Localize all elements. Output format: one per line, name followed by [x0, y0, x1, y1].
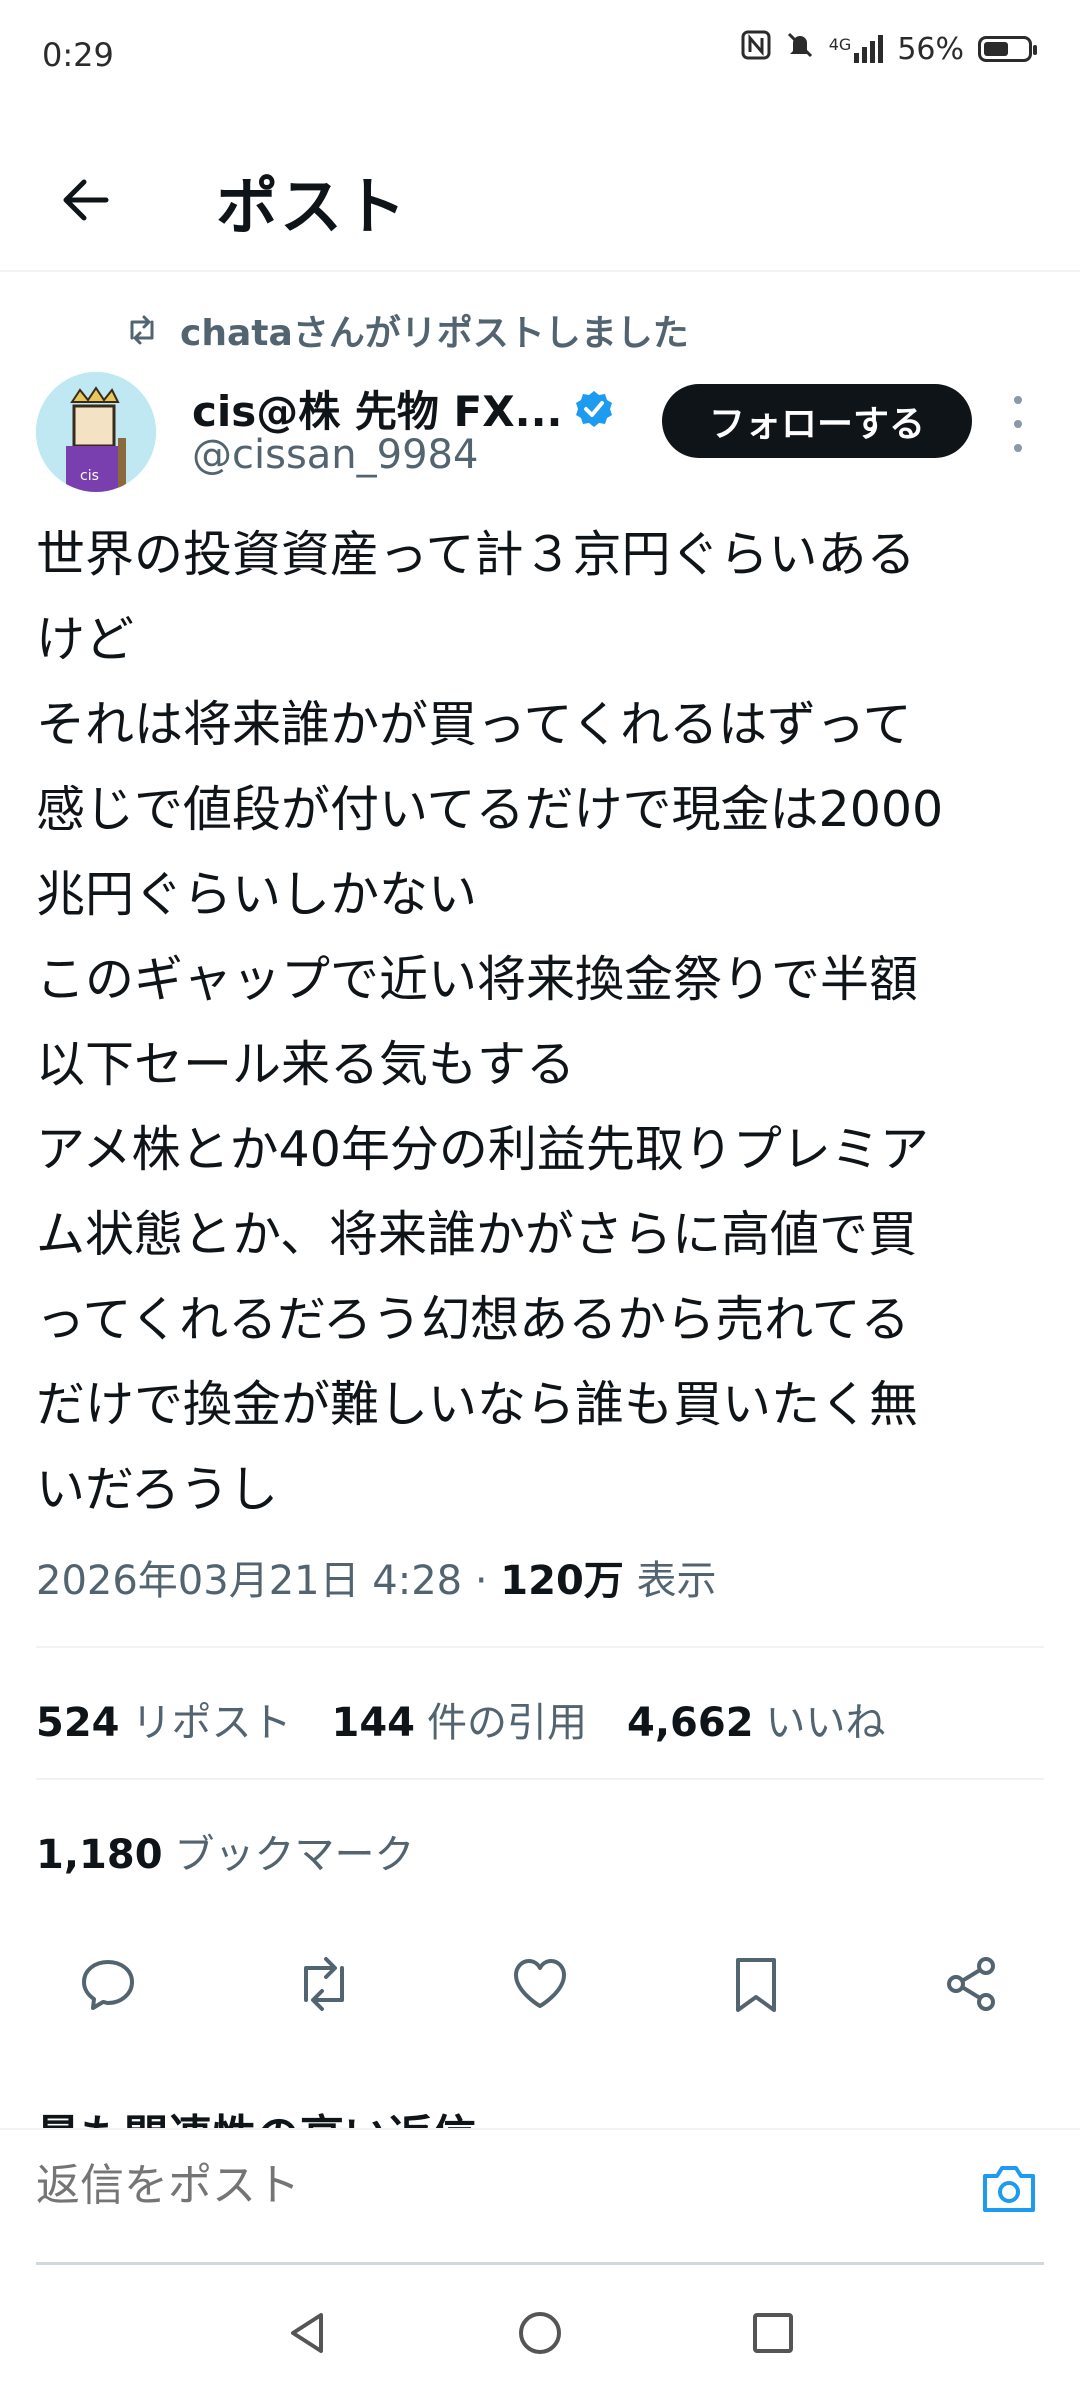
reply-composer — [0, 2128, 1080, 2268]
camera-button[interactable] — [974, 2154, 1044, 2224]
repost-context-text: chataさんがリポストしました — [180, 313, 689, 354]
author-name[interactable]: cis@株 先物 FX... — [192, 378, 614, 439]
network-type: 4G — [828, 35, 852, 54]
reposts-label: リポスト — [131, 1700, 292, 1746]
quotes-stat[interactable]: 144 件の引用 — [332, 1690, 588, 1748]
bookmarks-stat[interactable]: 1,180 ブックマーク — [36, 1822, 415, 1880]
home-circle-icon[interactable] — [516, 2309, 564, 2361]
author-handle[interactable]: @cissan_9984 — [192, 432, 478, 478]
camera-icon — [983, 2166, 1035, 2212]
bookmarks-count: 1,180 — [36, 1832, 163, 1878]
reply-button[interactable] — [68, 1944, 148, 2024]
repost-icon — [130, 315, 154, 345]
arrow-left-icon — [63, 179, 109, 221]
quotes-label: 件の引用 — [427, 1700, 587, 1746]
divider — [36, 1778, 1044, 1780]
bookmarks-label: ブックマーク — [174, 1832, 415, 1878]
bookmark-button[interactable] — [716, 1944, 796, 2024]
share-icon — [947, 1957, 995, 2011]
meta-separator: · — [474, 1558, 488, 1604]
quotes-count: 144 — [331, 1700, 416, 1746]
repost-button[interactable] — [284, 1944, 364, 2024]
more-options-icon[interactable] — [1000, 396, 1036, 452]
share-button[interactable] — [932, 1944, 1012, 2024]
stats-row: 524 リポスト 144 件の引用 4,662 いいね — [36, 1690, 886, 1748]
tweet-timestamp[interactable]: 2026年03月21日 4:28 — [36, 1558, 462, 1604]
back-triangle-icon[interactable] — [283, 2309, 331, 2361]
back-button[interactable] — [46, 160, 126, 240]
header: ポスト — [0, 120, 1080, 272]
status-icons: 4G 56% — [741, 30, 1037, 68]
system-nav-bar — [0, 2270, 1080, 2400]
recents-square-icon[interactable] — [749, 2309, 797, 2361]
tweet-text: 世界の投資資産って計３京円ぐらいある けど それは将来誰かが買ってくれるはずって… — [36, 526, 944, 1518]
repost-icon — [304, 1957, 344, 2011]
avatar[interactable]: cis — [36, 372, 156, 492]
signal-icon: 4G — [829, 35, 884, 63]
views-label: 表示 — [636, 1558, 717, 1604]
tweet-meta: 2026年03月21日 4:28 · 120万 表示 — [36, 1548, 717, 1606]
author-display-name: cis@株 先物 FX... — [192, 387, 563, 436]
bookmark-icon — [736, 1958, 776, 2012]
reply-input[interactable] — [36, 2160, 936, 2211]
status-time: 0:29 — [42, 36, 114, 74]
reply-icon — [82, 1960, 134, 2010]
like-icon — [514, 1959, 566, 2008]
likes-count: 4,662 — [627, 1700, 754, 1746]
replies-sort-toggle[interactable]: 最も関連性の高い返信 ⌄ — [36, 2100, 528, 2130]
likes-stat[interactable]: 4,662 いいね — [627, 1690, 886, 1748]
page-title: ポスト — [216, 170, 409, 243]
battery-icon — [978, 36, 1037, 62]
reposts-count: 524 — [36, 1700, 120, 1746]
verified-badge-icon — [576, 390, 613, 427]
battery-percent: 56% — [897, 31, 964, 67]
reposts-stat[interactable]: 524 リポスト — [36, 1690, 292, 1748]
likes-label: いいね — [765, 1700, 886, 1746]
mute-bell-icon — [785, 30, 815, 68]
repost-context[interactable]: chataさんがリポストしました — [124, 304, 689, 356]
like-button[interactable] — [500, 1944, 580, 2024]
svg-text:cis: cis — [80, 468, 99, 484]
views-count: 120万 — [500, 1558, 624, 1604]
divider — [36, 1646, 1044, 1648]
composer-underline — [36, 2262, 1044, 2265]
nfc-icon — [741, 30, 771, 68]
follow-button[interactable]: フォローする — [662, 384, 972, 458]
